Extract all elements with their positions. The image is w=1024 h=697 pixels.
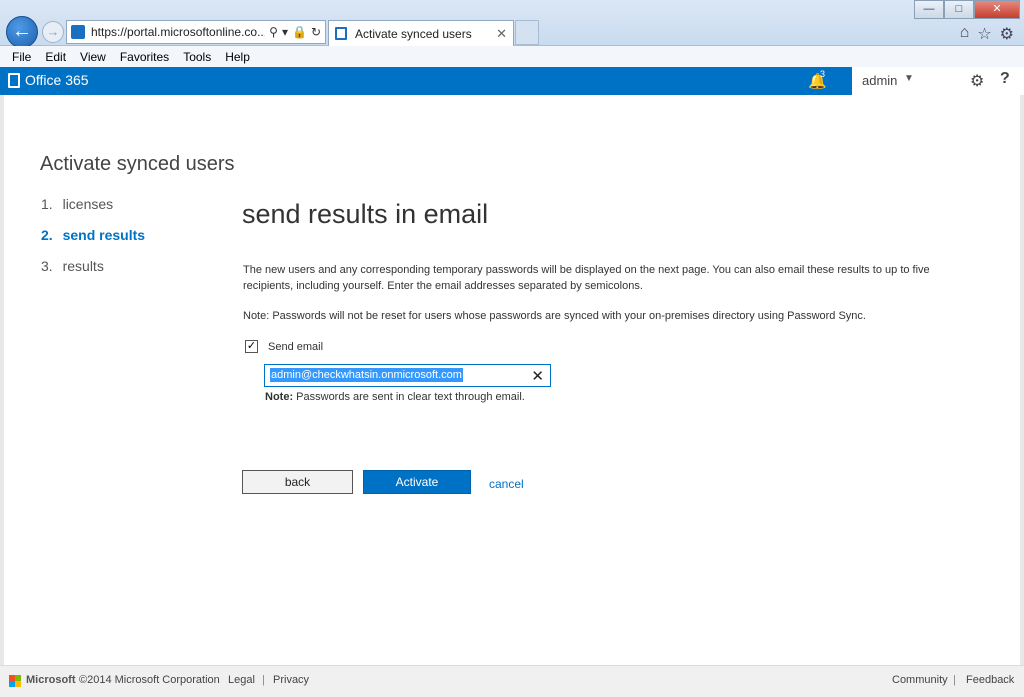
wizard-title: Activate synced users [40, 153, 235, 175]
settings-gear-icon[interactable]: ⚙ [1000, 24, 1014, 44]
window-close-icon[interactable]: ✕ [974, 0, 1020, 19]
email-input[interactable]: admin@checkwhatsin.onmicrosoft.com ✕ [264, 364, 551, 387]
chevron-down-icon[interactable]: ▼ [904, 73, 914, 84]
microsoft-logo-icon [9, 675, 21, 687]
office-logo-icon [8, 72, 20, 88]
page-title: send results in email [242, 199, 489, 229]
user-menu[interactable]: admin ▼ ⚙ ? [852, 67, 1024, 95]
menu-help[interactable]: Help [225, 50, 250, 64]
step-licenses[interactable]: 1. licenses [41, 196, 145, 227]
send-email-option[interactable]: ✓ Send email [245, 340, 323, 353]
office-tab-icon [335, 27, 347, 40]
cancel-link[interactable]: cancel [489, 477, 524, 491]
send-email-label[interactable]: Send email [268, 341, 323, 353]
help-icon[interactable]: ? [1000, 70, 1010, 88]
search-icon[interactable]: ⚲ [269, 25, 278, 39]
tab-title: Activate synced users [355, 26, 472, 41]
site-icon [71, 25, 85, 39]
office365-logo[interactable]: Office 365 [8, 72, 89, 88]
description-text: The new users and any corresponding temp… [243, 264, 930, 292]
feedback-link[interactable]: Feedback [966, 674, 1014, 686]
address-bar[interactable]: https://portal.microsoftonline.co... ⚲ ▾… [66, 20, 326, 44]
wizard-steps: 1. licenses 2. send results 3. results [41, 196, 145, 289]
browser-right-icons: ⌂ ☆ ⚙ [960, 24, 1014, 44]
new-tab-button[interactable] [515, 20, 539, 45]
password-sync-note: Note: Passwords will not be reset for us… [243, 310, 866, 322]
frame-right-border [1020, 95, 1024, 665]
step-results[interactable]: 3. results [41, 258, 145, 289]
maximize-icon[interactable]: □ [944, 0, 974, 19]
menu-edit[interactable]: Edit [45, 50, 66, 64]
user-name[interactable]: admin [862, 73, 897, 88]
refresh-icon[interactable]: ↻ [311, 25, 321, 39]
footer-separator: | [953, 674, 956, 686]
activate-button[interactable]: Activate [363, 470, 471, 494]
email-value[interactable]: admin@checkwhatsin.onmicrosoft.com [270, 368, 463, 382]
browser-tab[interactable]: Activate synced users ✕ [328, 20, 514, 46]
footer-separator: | [262, 674, 265, 686]
browser-chrome: ← → https://portal.microsoftonline.co...… [0, 0, 1024, 48]
menu-file[interactable]: File [12, 50, 31, 64]
page-footer: Microsoft ©2014 Microsoft Corporation Le… [0, 665, 1024, 697]
menu-favorites[interactable]: Favorites [120, 50, 169, 64]
minimize-icon[interactable]: — [914, 0, 944, 19]
step-send-results[interactable]: 2. send results [41, 227, 145, 258]
clear-icon[interactable]: ✕ [531, 367, 544, 385]
step-label: send results [62, 227, 146, 243]
dropdown-icon[interactable]: ▾ [282, 25, 288, 39]
favorites-star-icon[interactable]: ☆ [977, 24, 991, 44]
send-email-checkbox[interactable]: ✓ [245, 340, 258, 353]
community-link[interactable]: Community [892, 674, 948, 686]
menu-view[interactable]: View [80, 50, 106, 64]
notification-count: 3 [820, 69, 826, 79]
note-label: Note: [265, 391, 294, 403]
legal-link[interactable]: Legal [228, 674, 255, 686]
window-controls: — □ ✕ [914, 0, 1020, 19]
note-text: Passwords are sent in clear text through… [293, 391, 525, 403]
brand-name: Office 365 [25, 72, 89, 88]
lock-icon[interactable]: 🔒 [292, 25, 307, 39]
step-number: 1. [41, 196, 53, 212]
privacy-link[interactable]: Privacy [273, 674, 309, 686]
frame-left-border [0, 95, 4, 665]
menu-bar: File Edit View Favorites Tools Help [0, 46, 1024, 67]
copyright-text: ©2014 Microsoft Corporation [79, 674, 220, 686]
step-number: 2. [41, 227, 53, 243]
step-number: 3. [41, 258, 53, 274]
microsoft-brand: Microsoft [26, 674, 76, 686]
address-url[interactable]: https://portal.microsoftonline.co... [91, 25, 265, 39]
back-button[interactable]: back [242, 470, 353, 494]
close-tab-icon[interactable]: ✕ [496, 26, 507, 42]
home-icon[interactable]: ⌂ [960, 24, 970, 44]
office-header: Office 365 🔔 3 admin ▼ ⚙ ? [0, 67, 1024, 95]
forward-arrow-icon[interactable]: → [42, 21, 64, 43]
back-arrow-icon[interactable]: ← [6, 16, 38, 48]
clear-text-note: Note: Passwords are sent in clear text t… [265, 391, 525, 403]
menu-tools[interactable]: Tools [183, 50, 211, 64]
gear-icon[interactable]: ⚙ [970, 71, 984, 91]
step-label: licenses [62, 196, 114, 212]
step-label: results [62, 258, 104, 274]
